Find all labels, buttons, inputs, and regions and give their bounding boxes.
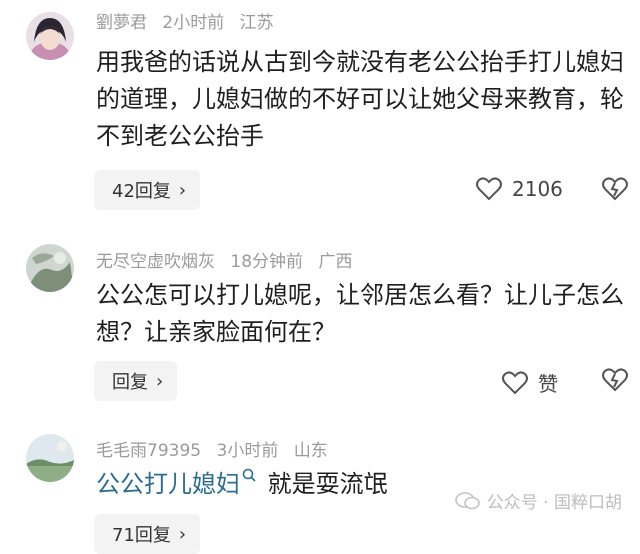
dislike-button[interactable] bbox=[602, 177, 628, 205]
avatar[interactable] bbox=[26, 434, 74, 482]
chevron-right-icon: › bbox=[178, 523, 187, 545]
heart-icon bbox=[476, 177, 502, 201]
avatar[interactable] bbox=[26, 12, 74, 60]
heart-icon bbox=[502, 370, 528, 394]
comment-meta: 无尽空虚吹烟灰 18分钟前 广西 bbox=[96, 247, 362, 272]
like-count: 2106 bbox=[512, 177, 563, 201]
location: 江苏 bbox=[239, 13, 274, 33]
broken-heart-icon bbox=[602, 368, 628, 392]
username[interactable]: 劉夢君 bbox=[96, 13, 147, 33]
topic-link[interactable]: 公公打儿媳妇 bbox=[96, 470, 240, 498]
reply-label: 71回复 bbox=[112, 525, 171, 546]
chevron-right-icon: › bbox=[178, 179, 187, 201]
watermark-text: 公众号 · 国粹口胡 bbox=[486, 493, 622, 513]
broken-heart-icon bbox=[602, 177, 628, 201]
reply-button[interactable]: 回复 › bbox=[94, 361, 178, 401]
timestamp: 18分钟前 bbox=[230, 252, 304, 272]
like-button[interactable]: 2106 bbox=[476, 177, 563, 201]
wechat-icon bbox=[454, 491, 480, 509]
like-count: 赞 bbox=[538, 372, 558, 396]
username[interactable]: 毛毛雨79395 bbox=[96, 441, 201, 461]
like-button[interactable]: 赞 bbox=[502, 368, 558, 397]
username[interactable]: 无尽空虚吹烟灰 bbox=[96, 252, 215, 272]
timestamp: 3小时前 bbox=[216, 441, 279, 461]
search-icon bbox=[242, 468, 256, 482]
location: 广西 bbox=[318, 252, 353, 272]
chevron-right-icon: › bbox=[156, 370, 164, 392]
comment-meta: 毛毛雨79395 3小时前 山东 bbox=[96, 436, 338, 461]
comment-body: 就是耍流氓 bbox=[260, 470, 388, 498]
watermark: 公众号 · 国粹口胡 bbox=[454, 488, 622, 513]
comment-meta: 劉夢君 2小时前 江苏 bbox=[96, 8, 284, 33]
location: 山东 bbox=[293, 441, 328, 461]
reply-button[interactable]: 42回复 › bbox=[94, 170, 201, 210]
reply-label: 回复 bbox=[112, 372, 148, 393]
reply-label: 42回复 bbox=[112, 181, 171, 202]
dislike-button[interactable] bbox=[602, 368, 628, 396]
reply-button[interactable]: 71回复 › bbox=[94, 514, 201, 554]
comment-text: 用我爸的话说从古到今就没有老公公抬手打儿媳妇的道理，儿媳妇做的不好可以让她父母来… bbox=[96, 48, 624, 150]
avatar[interactable] bbox=[26, 244, 74, 292]
comment-text: 公公怎可以打儿媳呢，让邻居怎么看？让儿子怎么想？让亲家脸面何在？ bbox=[96, 281, 624, 346]
timestamp: 2小时前 bbox=[162, 13, 225, 33]
